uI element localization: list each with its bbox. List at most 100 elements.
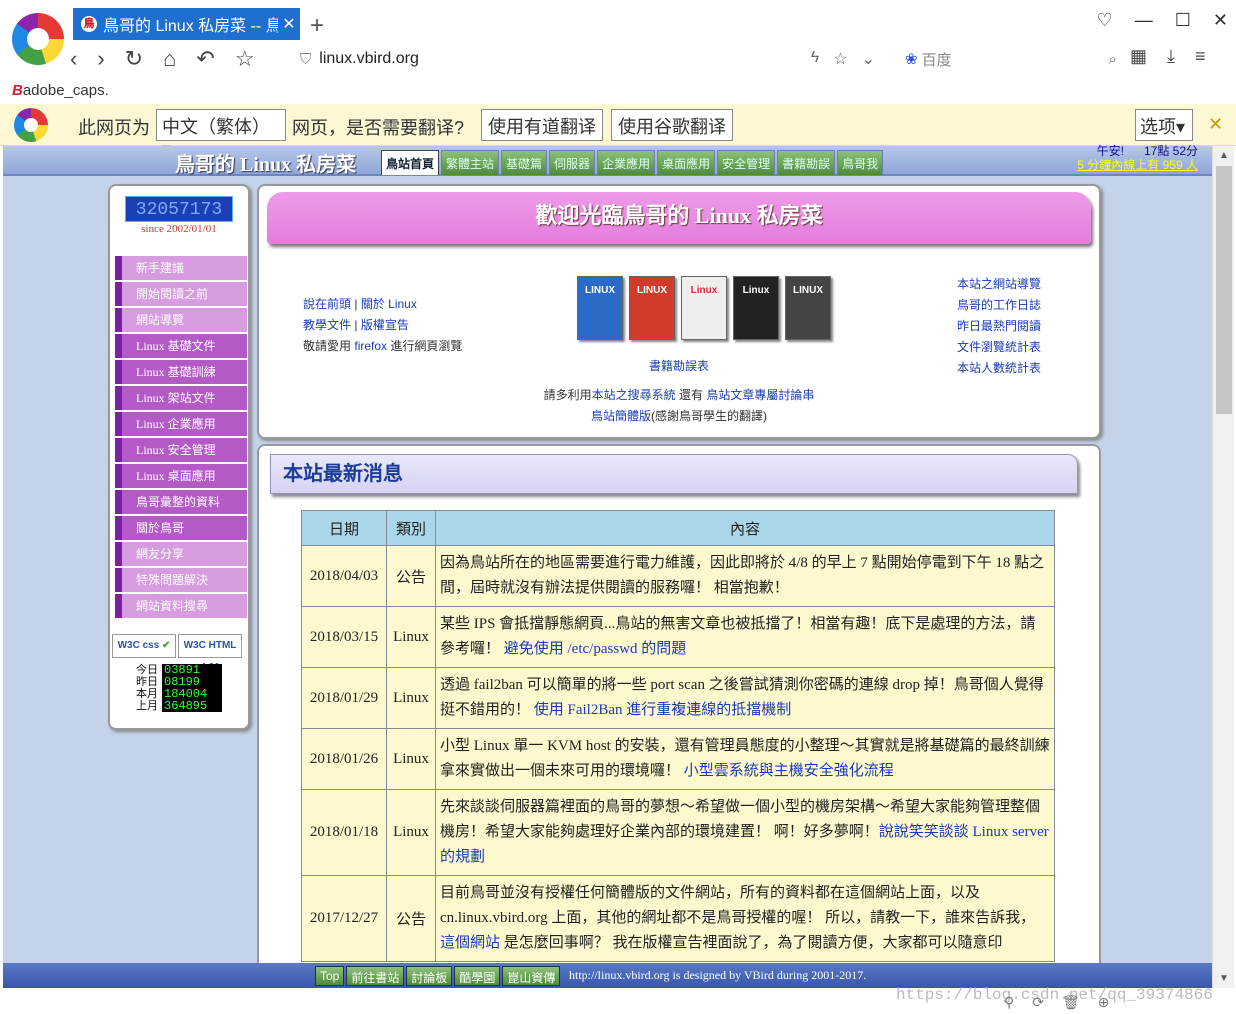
forward-icon[interactable]: › <box>97 46 104 72</box>
search-box[interactable]: ❀ 百度 ⌕ <box>905 44 1117 74</box>
download-icon[interactable]: ⤓ <box>1167 46 1175 67</box>
book-cover[interactable]: LINUX <box>577 276 623 340</box>
simplified-link[interactable]: 鳥站簡體版 <box>591 409 651 423</box>
undo-icon[interactable]: ↶ <box>196 46 214 72</box>
menu-item[interactable]: 書籍勘誤 <box>777 150 836 175</box>
refresh-icon[interactable]: ⟳ <box>1032 994 1044 1011</box>
side-menu-item[interactable]: 網站資料搜尋 <box>115 594 247 618</box>
translate-bar: 此网页为 中文（繁体） ▾ 网页，是否需要翻译? 使用有道翻译 使用谷歌翻译 选… <box>0 104 1236 159</box>
news-category: Linux <box>386 606 436 668</box>
vertical-scrollbar[interactable]: ▲ ▼ <box>1212 146 1234 988</box>
news-text: 因為鳥站所在的地區需要進行電力維護，因此即將於 4/8 的早上 7 點開始停電到… <box>440 555 1045 596</box>
forum-link[interactable]: 鳥站文章專屬討論串 <box>706 388 814 402</box>
footer-button[interactable]: Top <box>315 966 345 986</box>
w3c-html-badge[interactable]: W3C HTML 4.01 <box>178 634 242 673</box>
tab-close-icon[interactable]: ✕ <box>278 14 300 34</box>
welcome-left-links: 說在前頭 | 關於 Linux 教學文件 | 版權宣告 敬請愛用 firefox… <box>303 297 463 353</box>
doc-stats-link[interactable]: 文件瀏覽統計表 <box>957 340 1041 354</box>
firefox-link[interactable]: firefox <box>354 339 387 353</box>
side-menu-item[interactable]: 關於鳥哥 <box>115 516 247 540</box>
news-content: 先來談談伺服器篇裡面的鳥哥的夢想～希望做一個小型的機房架構～希望大家能夠管理整個… <box>435 789 1055 876</box>
side-menu-item[interactable]: Linux 企業應用 <box>115 412 247 436</box>
trash-icon[interactable]: 🗑 <box>1062 994 1080 1011</box>
side-menu-item[interactable]: Linux 基礎訓練 <box>115 360 247 384</box>
scroll-thumb[interactable] <box>1216 166 1232 414</box>
footer-button[interactable]: 前往書站 <box>346 966 405 986</box>
tutorial-link[interactable]: 教學文件 <box>303 318 351 332</box>
menu-item[interactable]: 桌面應用 <box>657 150 716 175</box>
bookmark-item[interactable]: adobe_caps. <box>23 82 109 99</box>
maximize-button[interactable]: ☐ <box>1175 10 1191 31</box>
side-menu-item[interactable]: 特殊問題解決 <box>115 568 247 592</box>
column-header: 內容 <box>435 510 1055 546</box>
site-guide-link[interactable]: 本站之網站導覽 <box>957 277 1041 291</box>
menu-item[interactable]: 鳥站首頁 <box>381 150 440 175</box>
side-menu-item[interactable]: 鳥哥彙整的資料 <box>115 490 247 514</box>
news-link[interactable]: 小型雲系統與主機安全強化流程 <box>684 763 894 779</box>
new-tab-button[interactable]: + <box>310 12 324 40</box>
site-footer: Top 前往書站 討論板 酷學園 崑山資傳 http://linux.vbird… <box>3 963 1212 988</box>
book-cover[interactable]: Linux <box>733 276 779 340</box>
scroll-up-icon[interactable]: ▲ <box>1219 150 1229 161</box>
lightning-icon[interactable]: ϟ <box>811 49 819 69</box>
site-search-link[interactable]: 本站之搜尋系統 <box>592 388 676 402</box>
youdao-translate-button[interactable]: 使用有道翻译 <box>481 109 603 141</box>
work-log-link[interactable]: 鳥哥的工作日誌 <box>957 298 1041 312</box>
skin-icon[interactable]: ♡ <box>1097 10 1113 31</box>
browser-logo-icon[interactable] <box>12 13 64 65</box>
side-menu-item[interactable]: 網站導覽 <box>115 308 247 332</box>
apps-icon[interactable]: ▦ <box>1130 46 1147 67</box>
side-menu-item[interactable]: 開始閱讀之前 <box>115 282 247 306</box>
footer-button[interactable]: 崑山資傳 <box>502 966 561 986</box>
scroll-down-icon[interactable]: ▼ <box>1219 973 1229 984</box>
search-engine-label: 百度 <box>921 51 952 69</box>
side-menu-item[interactable]: 新手建議 <box>115 256 247 280</box>
footer-button[interactable]: 酷學園 <box>454 966 501 986</box>
footer-button[interactable]: 討論板 <box>406 966 453 986</box>
address-bar[interactable]: ⛉ linux.vbird.org ϟ ☆ ⌄ <box>300 44 875 74</box>
reload-icon[interactable]: ↻ <box>125 46 143 72</box>
about-linux-link[interactable]: 關於 Linux <box>361 297 417 311</box>
close-window-button[interactable]: ✕ <box>1213 10 1228 31</box>
zoom-icon[interactable]: ⊕ <box>1098 994 1110 1011</box>
translate-close-icon[interactable]: ✕ <box>1208 114 1223 135</box>
errata-link[interactable]: 書籍勘誤表 <box>649 359 709 373</box>
search-icon[interactable]: ⌕ <box>1109 51 1117 68</box>
star-icon[interactable]: ☆ <box>235 46 255 72</box>
book-cover[interactable]: LINUX <box>785 276 831 340</box>
home-icon[interactable]: ⌂ <box>163 46 176 72</box>
menu-item[interactable]: 安全管理 <box>717 150 776 175</box>
google-translate-button[interactable]: 使用谷歌翻译 <box>611 109 733 141</box>
side-menu-item[interactable]: Linux 架站文件 <box>115 386 247 410</box>
sidebar: 32057173 since 2002/01/01 新手建議 開始閱讀之前 網站… <box>108 184 250 730</box>
bookmark-star-icon[interactable]: ☆ <box>833 49 847 69</box>
language-select[interactable]: 中文（繁体） ▾ <box>156 109 286 159</box>
news-link[interactable]: 使用 Fail2Ban 進行重複連線的抵擋機制 <box>534 702 792 718</box>
book-cover[interactable]: Linux <box>681 276 727 340</box>
news-content: 因為鳥站所在的地區需要進行電力維護，因此即將於 4/8 的早上 7 點開始停電到… <box>435 545 1055 607</box>
speed-icon[interactable]: ⚲ <box>1004 994 1014 1011</box>
menu-item[interactable]: 企業應用 <box>597 150 656 175</box>
news-link[interactable]: 這個網站 <box>440 935 500 951</box>
minimize-button[interactable]: — <box>1135 10 1153 31</box>
book-cover[interactable]: LINUX <box>629 276 675 340</box>
dropdown-icon[interactable]: ⌄ <box>862 49 875 69</box>
w3c-css-badge[interactable]: W3C css ✔ <box>112 634 176 658</box>
menu-item[interactable]: 鳥哥我 <box>837 150 884 175</box>
copyright-link[interactable]: 版權宣告 <box>361 318 409 332</box>
browser-tab[interactable]: 鳥 鳥哥的 Linux 私房菜 -- 鳥 ✕ <box>73 8 300 40</box>
menu-item[interactable]: 基礎篇 <box>501 150 548 175</box>
news-link[interactable]: 避免使用 /etc/passwd 的問題 <box>504 641 686 657</box>
online-count[interactable]: 5 分鐘內線上有 959 人 <box>1077 158 1198 172</box>
menu-item[interactable]: 繁體主站 <box>441 150 500 175</box>
popular-link[interactable]: 昨日最熱門閱讀 <box>957 319 1041 333</box>
side-menu-item[interactable]: Linux 基礎文件 <box>115 334 247 358</box>
side-menu-item[interactable]: Linux 安全管理 <box>115 438 247 462</box>
intro-link[interactable]: 說在前頭 <box>303 297 351 311</box>
menu-item[interactable]: 伺服器 <box>549 150 596 175</box>
side-menu-item[interactable]: 網友分享 <box>115 542 247 566</box>
options-button[interactable]: 选项▾ <box>1135 109 1193 141</box>
back-icon[interactable]: ‹ <box>70 46 77 72</box>
side-menu-item[interactable]: Linux 桌面應用 <box>115 464 247 488</box>
menu-icon[interactable]: ≡ <box>1195 46 1206 67</box>
